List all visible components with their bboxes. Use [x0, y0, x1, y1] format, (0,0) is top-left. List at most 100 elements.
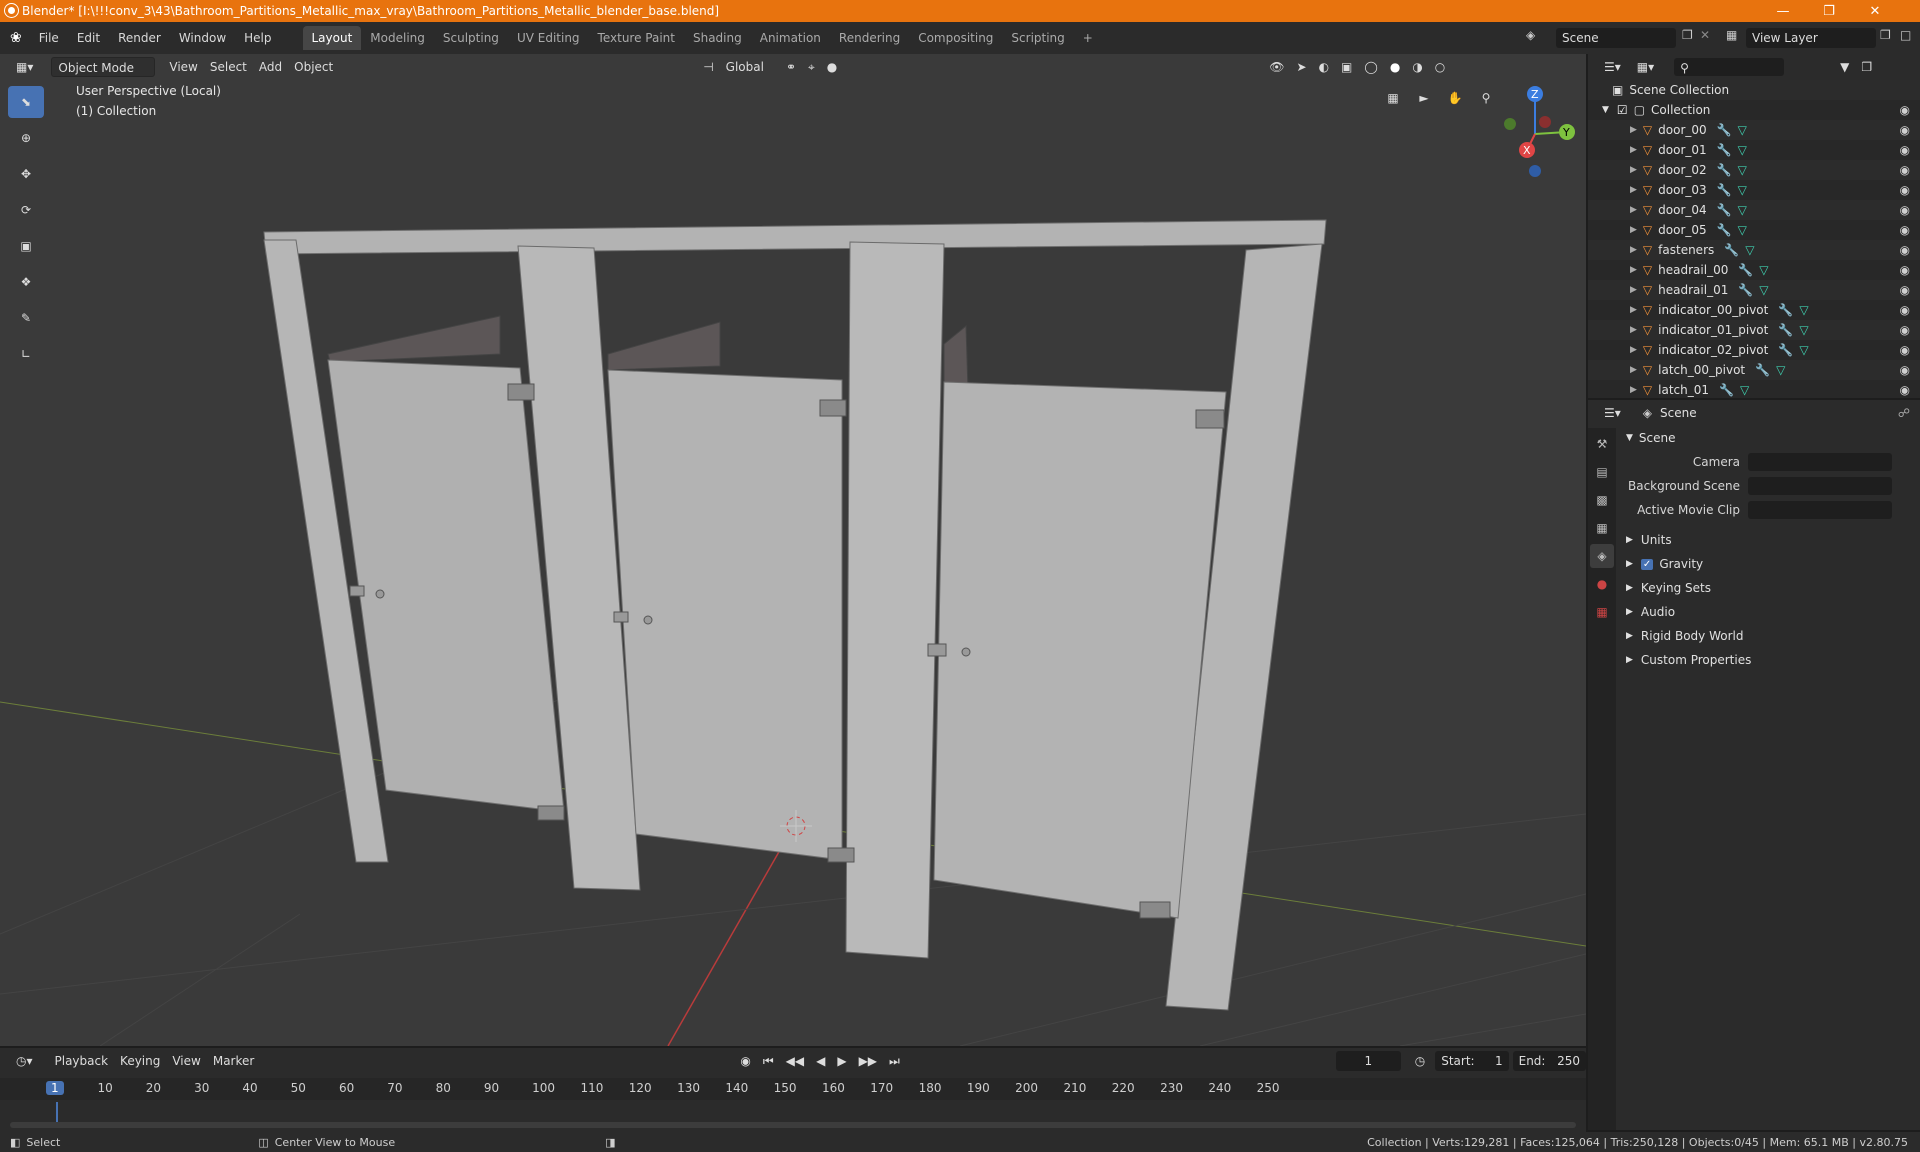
render-tab-icon[interactable]: ▤: [1590, 460, 1614, 484]
eye-icon[interactable]: ◉: [1900, 343, 1910, 357]
outliner-item[interactable]: ▶ ▽ door_04 🔧 ▽ ◉: [1588, 200, 1920, 220]
camera-view-icon[interactable]: ►: [1410, 84, 1438, 112]
eye-icon[interactable]: ◉: [1900, 243, 1910, 257]
tool-tab-icon[interactable]: ⚒: [1590, 432, 1614, 456]
add-workspace-button[interactable]: +: [1074, 26, 1102, 50]
end-frame-field[interactable]: End: 250: [1512, 1051, 1587, 1071]
select-box-icon[interactable]: ⬊: [8, 86, 44, 118]
background-scene-field[interactable]: [1748, 477, 1892, 495]
new-view-layer-icon[interactable]: ❐: [1880, 28, 1891, 42]
proportional-edit-icon[interactable]: ●: [821, 57, 843, 77]
subpanel-header[interactable]: ▶ Keying Sets: [1618, 576, 1920, 600]
gravity-checkbox[interactable]: ✓: [1640, 558, 1654, 570]
outliner-item[interactable]: ▶ ▽ latch_01 🔧 ▽ ◉: [1588, 380, 1920, 400]
menu-timeline-view[interactable]: View: [166, 1051, 206, 1071]
expand-triangle-icon[interactable]: ▶: [1630, 145, 1637, 155]
wrench-icon[interactable]: 🔧: [1717, 123, 1732, 137]
expand-triangle-icon[interactable]: ▶: [1630, 165, 1637, 175]
outliner-editor-type-icon[interactable]: ☰▾: [1598, 57, 1627, 77]
mesh-data-icon[interactable]: ▽: [1799, 303, 1808, 317]
close-icon[interactable]: ✕: [1852, 0, 1898, 22]
outliner-item[interactable]: ▶ ▽ door_02 🔧 ▽ ◉: [1588, 160, 1920, 180]
wrench-icon[interactable]: 🔧: [1717, 143, 1732, 157]
tab-scripting[interactable]: Scripting: [1002, 26, 1073, 50]
subpanel-header[interactable]: ▶ Rigid Body World: [1618, 624, 1920, 648]
rotate-icon[interactable]: ⟳: [8, 194, 44, 226]
mesh-data-icon[interactable]: ▽: [1738, 163, 1747, 177]
view-layer-field[interactable]: View Layer: [1746, 28, 1876, 48]
wireframe-shading-icon[interactable]: ◯: [1358, 57, 1383, 77]
wrench-icon[interactable]: 🔧: [1738, 263, 1753, 277]
new-scene-icon[interactable]: ❐: [1682, 28, 1693, 42]
eye-icon[interactable]: ◉: [1900, 143, 1910, 157]
play-icon[interactable]: ▶: [831, 1051, 852, 1071]
new-collection-icon[interactable]: ❐: [1855, 57, 1878, 77]
scene-panel-header[interactable]: ▼ Scene: [1618, 426, 1920, 450]
wrench-icon[interactable]: 🔧: [1717, 183, 1732, 197]
mesh-data-icon[interactable]: ▽: [1738, 223, 1747, 237]
tab-uv-editing[interactable]: UV Editing: [508, 26, 589, 50]
subpanel-header[interactable]: ▶ Units: [1618, 528, 1920, 552]
scale-icon[interactable]: ▣: [8, 230, 44, 262]
jump-end-icon[interactable]: ⏭: [883, 1051, 906, 1071]
expand-triangle-icon[interactable]: ▶: [1630, 285, 1637, 295]
wrench-icon[interactable]: 🔧: [1778, 343, 1793, 357]
expand-triangle-icon[interactable]: ▶: [1630, 245, 1637, 255]
expand-triangle-icon[interactable]: ▶: [1630, 265, 1637, 275]
wrench-icon[interactable]: 🔧: [1719, 383, 1734, 397]
outliner-item[interactable]: ▶ ▽ door_03 🔧 ▽ ◉: [1588, 180, 1920, 200]
expand-triangle-icon[interactable]: ▶: [1630, 385, 1637, 395]
mesh-data-icon[interactable]: ▽: [1740, 383, 1749, 397]
mesh-data-icon[interactable]: ▽: [1799, 323, 1808, 337]
transform-icon[interactable]: ❖: [8, 266, 44, 298]
expand-triangle-icon[interactable]: ▶: [1630, 225, 1637, 235]
eye-icon[interactable]: ◉: [1900, 283, 1910, 297]
scene-field[interactable]: Scene: [1556, 28, 1676, 48]
cursor-icon[interactable]: ⊕: [8, 122, 44, 154]
overlay-icon[interactable]: ◐: [1313, 57, 1335, 77]
delete-scene-icon[interactable]: ✕: [1700, 28, 1710, 42]
jump-start-icon[interactable]: ⏮: [757, 1051, 780, 1071]
subpanel-header[interactable]: ▶ Audio: [1618, 600, 1920, 624]
mesh-data-icon[interactable]: ▽: [1738, 203, 1747, 217]
menu-object[interactable]: Object: [288, 57, 339, 77]
tab-texture-paint[interactable]: Texture Paint: [589, 26, 684, 50]
menu-keying[interactable]: Keying: [114, 1051, 166, 1071]
menu-file[interactable]: File: [30, 27, 68, 49]
eye-icon[interactable]: ◉: [1900, 163, 1910, 177]
menu-view[interactable]: View: [163, 57, 203, 77]
scene-collection-row[interactable]: ▣ Scene Collection: [1588, 80, 1920, 100]
visibility-icon[interactable]: 👁: [1263, 57, 1290, 77]
tab-compositing[interactable]: Compositing: [909, 26, 1002, 50]
minimize-icon[interactable]: —: [1760, 0, 1806, 22]
pivot-icon[interactable]: ⚭: [780, 57, 802, 77]
outliner-item[interactable]: ▶ ▽ door_05 🔧 ▽ ◉: [1588, 220, 1920, 240]
grid-toggle-icon[interactable]: ▦: [1379, 84, 1407, 112]
tab-shading[interactable]: Shading: [684, 26, 751, 50]
start-frame-field[interactable]: Start: 1: [1435, 1051, 1509, 1071]
tab-animation[interactable]: Animation: [751, 26, 830, 50]
eye-icon[interactable]: ◉: [1900, 103, 1910, 117]
expand-triangle-icon[interactable]: ▶: [1630, 125, 1637, 135]
transform-orientation-select[interactable]: Global: [720, 57, 770, 77]
eye-icon[interactable]: ◉: [1900, 183, 1910, 197]
pan-hand-icon[interactable]: ✋: [1441, 84, 1469, 112]
mesh-data-icon[interactable]: ▽: [1738, 123, 1747, 137]
tab-layout[interactable]: Layout: [302, 26, 362, 50]
tab-modeling[interactable]: Modeling: [361, 26, 434, 50]
delete-view-layer-icon[interactable]: □: [1900, 28, 1911, 42]
editor-type-icon[interactable]: ▦▾: [10, 57, 39, 77]
mode-select[interactable]: Object Mode: [51, 57, 156, 77]
subpanel-header[interactable]: ▶ ✓ Gravity: [1618, 552, 1920, 576]
expand-triangle-icon[interactable]: ▶: [1630, 305, 1637, 315]
active-movie-clip-field[interactable]: [1748, 501, 1892, 519]
display-mode-icon[interactable]: ▦▾: [1631, 57, 1660, 77]
filter-icon[interactable]: ▼: [1834, 57, 1855, 77]
material-shading-icon[interactable]: ◑: [1406, 57, 1428, 77]
expand-triangle-icon[interactable]: ▶: [1630, 325, 1637, 335]
eye-icon[interactable]: ◉: [1900, 303, 1910, 317]
outliner-item[interactable]: ▶ ▽ door_01 🔧 ▽ ◉: [1588, 140, 1920, 160]
outliner-item[interactable]: ▶ ▽ door_00 🔧 ▽ ◉: [1588, 120, 1920, 140]
timeline-ruler[interactable]: 1 10 20 30 40 50 60 70 80 90 100 110 120 130 140 150 160…: [0, 1078, 1586, 1100]
mesh-data-icon[interactable]: ▽: [1738, 183, 1747, 197]
